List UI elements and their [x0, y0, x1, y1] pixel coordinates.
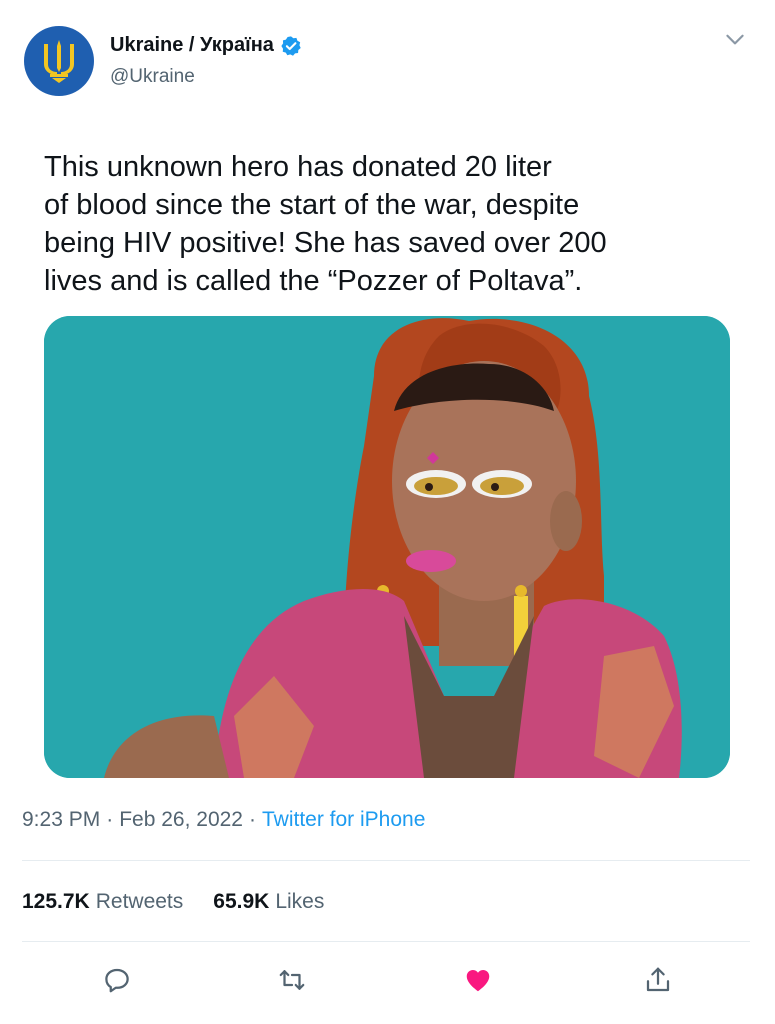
avatar[interactable] — [24, 26, 94, 96]
share-button[interactable] — [638, 960, 678, 1000]
divider — [22, 941, 750, 942]
tweet-source-link[interactable]: Twitter for iPhone — [262, 808, 425, 832]
account-name-row[interactable]: Ukraine / Україна — [110, 34, 302, 57]
likes-label: Likes — [275, 890, 325, 913]
retweet-icon — [279, 970, 305, 990]
share-icon — [646, 967, 670, 992]
chevron-down-icon[interactable] — [722, 26, 748, 52]
meta-separator: · — [106, 808, 114, 831]
tweet-meta: 9:23 PM · Feb 26, 2022 · Twitter for iPh… — [22, 808, 425, 832]
portrait-photo — [44, 316, 730, 778]
like-button[interactable] — [458, 960, 498, 1000]
retweets-count: 125.7K — [22, 890, 90, 913]
engagement-stats: 125.7K Retweets 65.9K Likes — [22, 890, 354, 914]
tweet-card: Ukraine / Україна @Ukraine This unknown … — [0, 0, 775, 1024]
tweet-text: This unknown hero has donated 20 liter o… — [44, 148, 724, 300]
tweet-photo[interactable] — [44, 316, 730, 778]
likes-count: 65.9K — [213, 890, 270, 913]
likes-stat[interactable]: 65.9K Likes — [213, 890, 324, 914]
reply-button[interactable] — [97, 960, 137, 1000]
reply-icon — [105, 968, 129, 993]
handle[interactable]: @Ukraine — [110, 66, 195, 88]
retweet-button[interactable] — [272, 960, 312, 1000]
heart-icon — [466, 970, 490, 992]
tweet-text-line: lives and is called the “Pozzer of Polta… — [44, 265, 583, 297]
action-bar — [0, 960, 775, 1000]
tweet-time[interactable]: 9:23 PM — [22, 808, 100, 832]
tweet-text-line: being HIV positive! She has saved over 2… — [44, 227, 607, 259]
divider — [22, 860, 750, 861]
trident-coat-of-arms-icon — [44, 40, 74, 83]
tweet-date[interactable]: Feb 26, 2022 — [119, 808, 243, 832]
retweets-label: Retweets — [95, 890, 184, 913]
verified-badge-icon — [281, 35, 301, 56]
display-name[interactable]: Ukraine / Україна — [110, 34, 274, 57]
tweet-text-line: This unknown hero has donated 20 liter — [44, 151, 552, 183]
retweets-stat[interactable]: 125.7K Retweets — [22, 890, 183, 914]
meta-separator: · — [248, 808, 256, 831]
tweet-text-line: of blood since the start of the war, des… — [44, 189, 580, 221]
